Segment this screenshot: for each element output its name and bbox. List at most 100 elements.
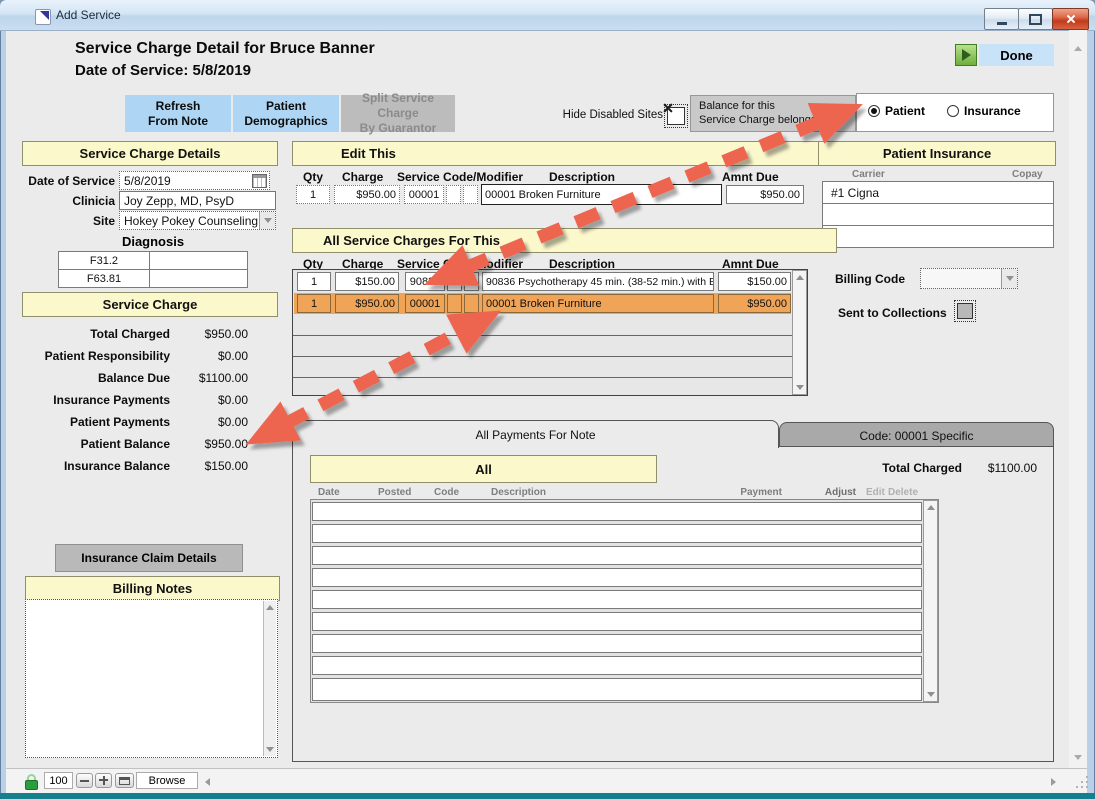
tab-code-specific[interactable]: Code: 00001 Specific: [779, 422, 1054, 448]
pay-col-edit: Edit: [866, 487, 885, 498]
diagnosis-cell-4[interactable]: [149, 269, 248, 288]
insurance-row[interactable]: [822, 225, 1054, 248]
maximize-button[interactable]: [1018, 8, 1053, 30]
diagnosis-cell-2[interactable]: [149, 251, 248, 270]
title-bar[interactable]: Add Service: [0, 0, 1095, 31]
payments-row: [312, 568, 922, 587]
zoom-in-button[interactable]: [95, 773, 112, 788]
pay-col-posted: Posted: [378, 487, 411, 498]
patient-radio-label[interactable]: Patient: [885, 104, 925, 118]
pay-col-code: Code: [434, 487, 459, 498]
tab-all-payments[interactable]: All Payments For Note: [292, 420, 779, 448]
split-service-charge-button: Split Service Charge By Guarantor: [341, 95, 455, 132]
date-value: 5/8/2019: [124, 174, 171, 188]
payments-all-button[interactable]: All: [310, 455, 657, 483]
edit-charge-field[interactable]: $950.00: [334, 185, 400, 204]
pay-col-delete: Delete: [888, 487, 918, 498]
payments-scrollbar[interactable]: [923, 500, 938, 702]
summary-label: Patient Responsibility: [10, 349, 170, 363]
zoom-level-box[interactable]: 100: [44, 772, 73, 789]
layout-icon: [119, 777, 130, 785]
calendar-icon[interactable]: [252, 174, 267, 188]
payments-table: [310, 499, 939, 703]
col-qty: Qty: [303, 170, 323, 184]
lock-icon[interactable]: [24, 774, 39, 790]
patient-radio[interactable]: [868, 105, 880, 117]
edit-modifier2-field[interactable]: [463, 185, 478, 204]
summary-value: $1100.00: [178, 371, 248, 385]
billing-code-dropdown-button[interactable]: [1001, 269, 1017, 288]
insurance-row[interactable]: [822, 203, 1054, 226]
plus-icon-v: [103, 776, 105, 785]
row-desc: 90836 Psychotherapy 45 min. (38-52 min.)…: [482, 272, 714, 291]
summary-value: $0.00: [178, 415, 248, 429]
balance-belongs-label-box: Balance for this Service Charge belongs: [690, 95, 856, 132]
edit-description-field[interactable]: 00001 Broken Furniture: [481, 184, 722, 205]
minimize-button[interactable]: [984, 8, 1019, 30]
scroll-up-icon[interactable]: [927, 505, 935, 510]
insurance-row[interactable]: #1 Cigna: [822, 181, 1054, 204]
charge-row-00001-selected[interactable]: 1 $950.00 00001 00001 Broken Furniture $…: [294, 293, 791, 314]
mode-selector[interactable]: Browse: [136, 772, 198, 789]
row-desc: 00001 Broken Furniture: [482, 294, 714, 313]
edit-code-field[interactable]: 00001: [404, 185, 444, 204]
refresh-line2: From Note: [148, 114, 208, 129]
payments-row: [312, 502, 922, 521]
col-desc: Description: [549, 170, 615, 184]
site-dropdown-button[interactable]: [259, 212, 275, 229]
patient-demographics-button[interactable]: Patient Demographics: [233, 95, 339, 132]
row-amnt: $950.00: [718, 294, 791, 313]
insurance-radio-label[interactable]: Insurance: [964, 104, 1021, 118]
zoom-out-button[interactable]: [76, 773, 93, 788]
scroll-down-icon[interactable]: [266, 747, 274, 752]
minimize-icon: [997, 22, 1007, 25]
row-charge: $950.00: [335, 294, 399, 313]
charge-row-90836[interactable]: 1 $150.00 90836 90836 Psychotherapy 45 m…: [294, 271, 791, 292]
hscroll-left-icon[interactable]: [205, 778, 210, 786]
edit-qty-field[interactable]: 1: [296, 185, 330, 204]
clinician-field[interactable]: Joy Zepp, MD, PsyD: [119, 191, 276, 210]
diagnosis-cell-1[interactable]: F31.2: [58, 251, 150, 270]
row-mod1: [447, 294, 462, 313]
diagnosis-cell-3[interactable]: F63.81: [58, 269, 150, 288]
hscroll-right-icon[interactable]: [1051, 778, 1056, 786]
edit-amnt-due-field[interactable]: $950.00: [726, 185, 804, 204]
site-label: Site: [10, 214, 115, 228]
charges-scrollbar[interactable]: [792, 270, 807, 395]
layout-mode-button[interactable]: [115, 773, 134, 788]
close-button[interactable]: [1052, 8, 1089, 30]
edit-modifier1-field[interactable]: [446, 185, 461, 204]
summary-value: $0.00: [178, 393, 248, 407]
insurance-radio[interactable]: [947, 105, 959, 117]
scroll-down-icon[interactable]: [927, 692, 935, 697]
scroll-down-icon[interactable]: [796, 385, 804, 390]
done-play-icon[interactable]: [955, 44, 977, 66]
billing-notes-textarea[interactable]: [25, 599, 278, 758]
refresh-from-note-button[interactable]: Refresh From Note: [125, 95, 231, 132]
scroll-up-icon[interactable]: [1074, 46, 1082, 51]
add-service-window: Add Service Service Charge Detail for Br…: [0, 0, 1095, 799]
date-of-service-label: Date of Service: [10, 174, 115, 188]
resize-grip[interactable]: [1076, 776, 1078, 778]
balance-radio-panel: Patient Insurance: [856, 93, 1054, 132]
billing-code-dropdown[interactable]: [920, 268, 1018, 289]
col-charge: Charge: [342, 170, 383, 184]
insurance-claim-details-button[interactable]: Insurance Claim Details: [55, 544, 243, 572]
done-button[interactable]: Done: [979, 44, 1054, 66]
window-vertical-scrollbar[interactable]: [1069, 30, 1087, 768]
billing-notes-scrollbar[interactable]: [263, 601, 276, 756]
date-of-service-field[interactable]: 5/8/2019: [119, 171, 270, 190]
diagnosis-table: F31.2 F63.81: [58, 251, 248, 289]
split-line1: Split Service Charge: [341, 91, 455, 121]
scroll-up-icon[interactable]: [796, 275, 804, 280]
clinician-label: Clinicia: [10, 194, 115, 208]
all-charges-table: 1 $150.00 90836 90836 Psychotherapy 45 m…: [292, 269, 808, 396]
service-charge-summary-header: Service Charge: [22, 292, 278, 317]
scroll-down-icon[interactable]: [1074, 755, 1082, 760]
scroll-up-icon[interactable]: [266, 605, 274, 610]
summary-label: Patient Payments: [10, 415, 170, 429]
sent-to-collections-checkbox[interactable]: [957, 303, 973, 319]
col-amnt: Amnt Due: [722, 170, 779, 184]
hide-disabled-sites-checkbox[interactable]: [667, 107, 685, 125]
site-dropdown[interactable]: Hokey Pokey Counseling: [119, 211, 276, 230]
